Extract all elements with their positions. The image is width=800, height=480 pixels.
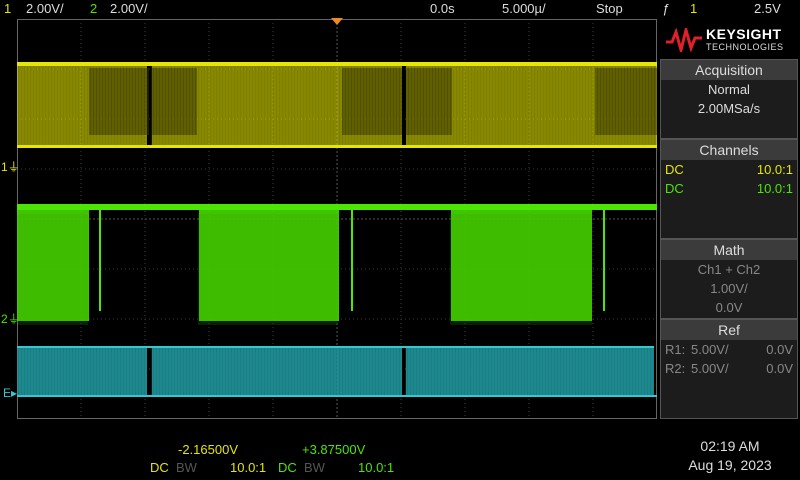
arrow-right-icon: ▸ (11, 386, 18, 400)
ch1-bottom-probe[interactable]: 10.0:1 (230, 460, 266, 475)
ref-title: Ref (661, 320, 797, 340)
channels-title: Channels (661, 140, 797, 160)
math-offset: 0.0V (715, 300, 743, 315)
time-offset[interactable]: 0.0s (430, 1, 455, 16)
status-bar: 1 2.00V/ 2 2.00V/ 0.0s 5.000µ/ Stop ƒ 1 … (0, 0, 800, 18)
ch1-probe: 10.0:1 (756, 162, 793, 177)
ch1-bottom-coupling[interactable]: DC (150, 460, 169, 475)
ch1-coupling: DC (665, 162, 684, 177)
ref-panel[interactable]: Ref R1: 5.00V/ 0.0V R2: 5.00V/ 0.0V (660, 319, 798, 419)
ch1-scale[interactable]: 2.00V/ (26, 1, 64, 16)
clock-time: 02:19 AM (700, 438, 760, 454)
trigger-edge-icon[interactable]: ƒ (662, 1, 669, 16)
ref1-scale: 5.00V/ (691, 342, 729, 357)
side-panel: Acquisition Normal 2.00MSa/s Channels DC… (660, 19, 798, 419)
ground-icon: ⏚ (7, 160, 20, 174)
ref-row-1: R1: 5.00V/ 0.0V (661, 340, 797, 359)
ref-row-2: R2: 5.00V/ 0.0V (661, 359, 797, 378)
math-scale: 1.00V/ (710, 281, 748, 296)
ch2-trace-spike (99, 204, 101, 311)
time-scale[interactable]: 5.000µ/ (502, 1, 546, 16)
ground-icon: ⏚ (7, 312, 20, 326)
math-trace-fill (406, 346, 654, 395)
clock-date: Aug 19, 2023 (688, 457, 772, 473)
acquisition-rate: 2.00MSa/s (697, 101, 761, 116)
math-trace-low (17, 395, 657, 397)
ch2-coupling: DC (665, 181, 684, 196)
math-ground-marker[interactable]: E▸ (3, 386, 17, 400)
math-panel[interactable]: Math Ch1 + Ch2 1.00V/ 0.0V (660, 239, 798, 319)
ref2-name: R2: (665, 361, 686, 376)
ch2-trace-spike (603, 204, 605, 311)
ch2-scale[interactable]: 2.00V/ (110, 1, 148, 16)
bottom-bar: -2.16500V +3.87500V DC BW 10.0:1 DC BW 1… (0, 440, 660, 480)
ch2-number[interactable]: 2 (90, 1, 97, 16)
ch1-offset[interactable]: -2.16500V (178, 442, 238, 457)
ch2-marker-label: 2 (1, 312, 8, 326)
ch2-offset[interactable]: +3.87500V (302, 442, 365, 457)
ref2-scale: 5.00V/ (691, 361, 729, 376)
ch1-bw-limit[interactable]: BW (176, 460, 197, 475)
ch2-trace-spike (351, 204, 353, 311)
ch2-probe: 10.0:1 (756, 181, 793, 196)
run-state[interactable]: Stop (596, 1, 623, 16)
acquisition-panel[interactable]: Acquisition Normal 2.00MSa/s (660, 59, 798, 139)
trigger-level[interactable]: 2.5V (754, 1, 781, 16)
ch1-marker-label: 1 (1, 160, 8, 174)
channel-row-1: DC 10.0:1 (661, 160, 797, 179)
ch1-number[interactable]: 1 (4, 1, 11, 16)
trigger-position-icon[interactable] (331, 18, 343, 26)
trigger-source[interactable]: 1 (690, 1, 697, 16)
ref1-offset: 0.0V (766, 342, 793, 357)
ch1-trace-dense (342, 68, 402, 135)
math-trace-high (17, 346, 654, 348)
ref2-offset: 0.0V (766, 361, 793, 376)
math-expression: Ch1 + Ch2 (697, 262, 761, 277)
ch1-ground-marker[interactable]: 1⏚ (1, 158, 20, 175)
acquisition-title: Acquisition (661, 60, 797, 80)
ch2-bw-limit[interactable]: BW (304, 460, 325, 475)
math-trace-fill (17, 346, 147, 395)
math-title: Math (661, 240, 797, 260)
ch2-bottom-probe[interactable]: 10.0:1 (358, 460, 394, 475)
waveform-display[interactable] (17, 19, 657, 419)
channels-panel[interactable]: Channels DC 10.0:1 DC 10.0:1 (660, 139, 798, 239)
math-trace-fill (152, 346, 402, 395)
channel-row-2: DC 10.0:1 (661, 179, 797, 198)
ref1-name: R1: (665, 342, 686, 357)
math-marker-label: E (3, 386, 12, 400)
acquisition-mode: Normal (708, 82, 750, 97)
ch1-trace-dense (152, 68, 197, 135)
ch2-bottom-coupling[interactable]: DC (278, 460, 297, 475)
clock: 02:19 AM Aug 19, 2023 (660, 436, 800, 480)
ch2-ground-marker[interactable]: 2⏚ (1, 310, 20, 327)
